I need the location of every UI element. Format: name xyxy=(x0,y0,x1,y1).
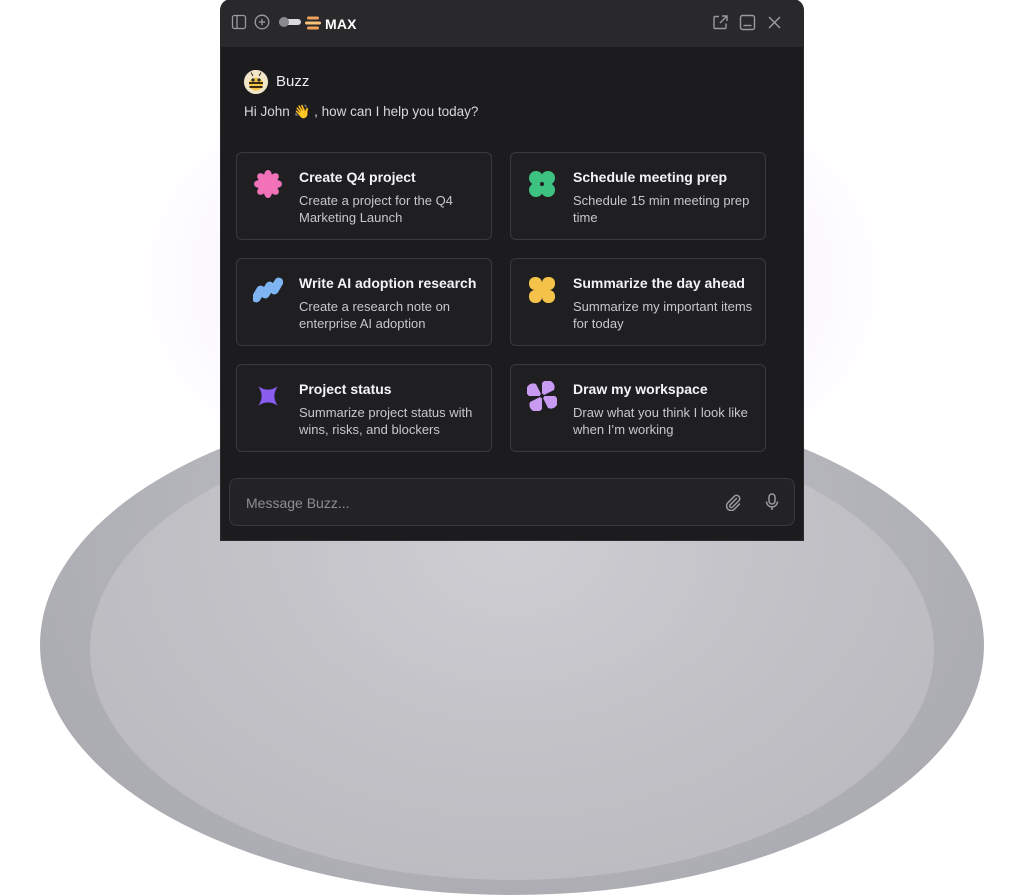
close-icon[interactable] xyxy=(767,15,782,30)
minimize-icon[interactable] xyxy=(739,14,756,31)
mode-toggle-icon[interactable] xyxy=(278,15,302,29)
card-title: Summarize the day ahead xyxy=(573,275,745,291)
bee-avatar-icon xyxy=(244,70,268,94)
card-description: Create a research note on enterprise AI … xyxy=(299,299,451,331)
card-description: Schedule 15 min meeting prep time xyxy=(573,193,750,225)
greeting-message: Hi John 👋 , how can I help you today? xyxy=(244,104,479,119)
sparkle-icon xyxy=(258,386,278,406)
card-title: Create Q4 project xyxy=(299,169,416,185)
card-title: Write AI adoption research xyxy=(299,275,477,291)
suggestion-card-create-q4-project[interactable]: Create Q4 project Create a project for t… xyxy=(236,152,492,240)
title-bar: MAX xyxy=(221,0,803,47)
clover-icon xyxy=(529,171,555,197)
sidebar-toggle-icon[interactable] xyxy=(231,14,247,30)
brand-label: MAX xyxy=(325,16,357,32)
pinwheel-icon xyxy=(527,381,557,411)
message-composer xyxy=(229,478,795,526)
card-description: Summarize my important items for today xyxy=(573,299,753,331)
microphone-icon[interactable] xyxy=(764,493,780,511)
suggestion-card-draw-my-workspace[interactable]: Draw my workspace Draw what you think I … xyxy=(510,364,766,452)
card-title: Draw my workspace xyxy=(573,381,708,397)
flower-icon xyxy=(254,170,282,198)
card-title: Schedule meeting prep xyxy=(573,169,728,185)
card-description: Summarize project status with wins, risk… xyxy=(299,405,473,437)
paperclip-icon[interactable] xyxy=(724,493,742,511)
suggestion-card-write-ai-adoption-research[interactable]: Write AI adoption research Create a rese… xyxy=(236,258,492,346)
suggestion-card-schedule-meeting-prep[interactable]: Schedule meeting prep Schedule 15 min me… xyxy=(510,152,766,240)
card-description: Draw what you think I look like when I’m… xyxy=(573,405,748,437)
open-external-icon[interactable] xyxy=(712,14,729,31)
card-description: Create a project for the Q4 Marketing La… xyxy=(299,193,453,225)
suggestion-card-summarize-the-day-ahead[interactable]: Summarize the day ahead Summarize my imp… xyxy=(510,258,766,346)
message-input[interactable] xyxy=(244,491,708,515)
quatrefoil-icon xyxy=(529,277,555,303)
suggestion-card-project-status[interactable]: Project status Summarize project status … xyxy=(236,364,492,452)
new-chat-icon[interactable] xyxy=(254,14,270,30)
wave-icon xyxy=(253,277,283,303)
assistant-window: MAX Buzz Hi John 👋 , how can I help you … xyxy=(221,0,803,540)
avatar xyxy=(244,70,268,94)
card-title: Project status xyxy=(299,381,392,397)
assistant-name: Buzz xyxy=(276,73,310,90)
max-logo-icon xyxy=(305,16,321,30)
